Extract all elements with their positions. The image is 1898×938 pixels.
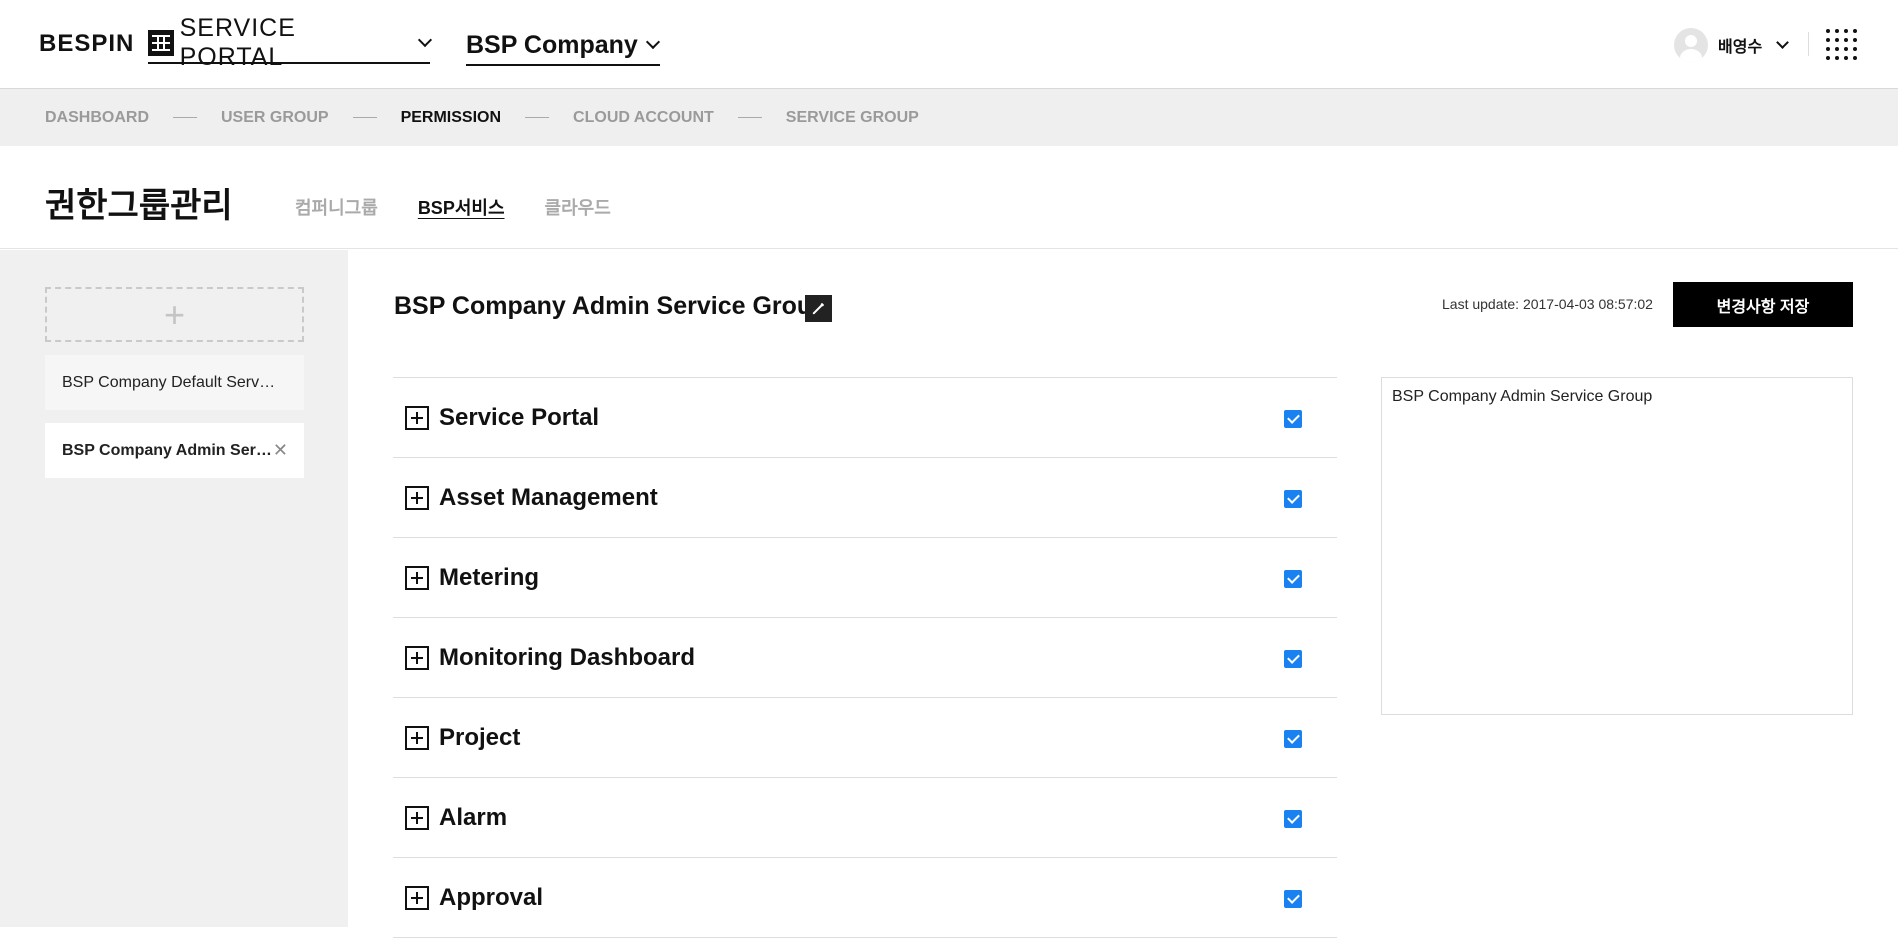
header-divider	[1808, 32, 1809, 56]
tab-bsp-service[interactable]: BSP서비스	[418, 194, 505, 220]
step-service-group[interactable]: SERVICE GROUP	[786, 109, 919, 127]
company-selector[interactable]: BSP Company	[466, 26, 660, 66]
permission-label: Asset Management	[439, 483, 658, 511]
sub-tabs: 컴퍼니그룹 BSP서비스 클라우드	[295, 194, 611, 220]
pencil-icon	[812, 303, 824, 315]
description-textarea[interactable]: BSP Company Admin Service Group	[1381, 377, 1853, 715]
save-changes-button[interactable]: 변경사항 저장	[1673, 282, 1853, 327]
step-user-group[interactable]: USER GROUP	[221, 109, 329, 127]
permission-row: Service Portal	[393, 378, 1337, 458]
expand-plus-icon[interactable]	[405, 565, 429, 590]
permission-label: Project	[439, 723, 521, 751]
portal-selector-label: SERVICE PORTAL	[179, 14, 296, 71]
permission-checkbox[interactable]	[1284, 570, 1302, 588]
group-list-item-label: BSP Company Admin Service Group	[62, 441, 276, 459]
expand-plus-icon[interactable]	[405, 405, 429, 430]
permission-row: Metering	[393, 538, 1337, 618]
permission-checkbox[interactable]	[1284, 410, 1302, 428]
permission-checkbox[interactable]	[1284, 490, 1302, 508]
group-title: BSP Company Admin Service Group	[394, 292, 828, 320]
page-title: 권한그룹관리	[45, 187, 233, 225]
tab-company-group[interactable]: 컴퍼니그룹	[295, 194, 378, 220]
step-permission[interactable]: PERMISSION	[401, 109, 501, 127]
permission-checkbox[interactable]	[1284, 730, 1302, 748]
title-bar: 권한그룹관리 컴퍼니그룹 BSP서비스 클라우드	[0, 146, 1898, 249]
chevron-down-icon	[645, 34, 660, 50]
avatar	[1674, 28, 1708, 62]
chevron-down-icon	[1776, 35, 1790, 49]
expand-plus-icon[interactable]	[405, 725, 429, 750]
step-divider	[173, 117, 197, 118]
tab-cloud[interactable]: 클라우드	[545, 194, 611, 220]
group-sidebar: + BSP Company Default Service Group BSP …	[0, 250, 348, 927]
user-menu[interactable]: 배영수	[1674, 28, 1790, 62]
permission-row: Approval	[393, 858, 1337, 938]
permission-checkbox[interactable]	[1284, 810, 1302, 828]
permission-label: Metering	[439, 563, 540, 591]
expand-plus-icon[interactable]	[405, 485, 429, 510]
permission-label: Approval	[439, 883, 544, 911]
group-list-item-label: BSP Company Default Service Group	[62, 373, 276, 391]
add-group-button[interactable]: +	[45, 287, 304, 342]
expand-plus-icon[interactable]	[405, 805, 429, 830]
bespin-logo[interactable]: BESPIN	[39, 30, 134, 58]
step-divider	[525, 117, 550, 118]
service-portal-icon	[148, 30, 174, 56]
permission-checkbox[interactable]	[1284, 650, 1302, 668]
permission-label: Service Portal	[439, 403, 600, 431]
portal-selector[interactable]: SERVICE PORTAL	[148, 14, 433, 71]
step-divider	[352, 117, 377, 118]
close-icon[interactable]: ✕	[273, 440, 288, 461]
edit-title-button[interactable]	[805, 295, 832, 322]
permission-list: Service Portal Asset Management Metering…	[393, 377, 1337, 938]
permission-label: Alarm	[439, 803, 508, 831]
step-dashboard[interactable]: DASHBOARD	[45, 109, 149, 127]
group-list-item[interactable]: BSP Company Default Service Group	[45, 355, 304, 410]
app-grid-icon[interactable]	[1826, 29, 1858, 61]
last-update-text: Last update: 2017-04-03 08:57:02	[1442, 296, 1653, 312]
chevron-down-icon	[418, 32, 433, 48]
setup-steps: DASHBOARD USER GROUP PERMISSION CLOUD AC…	[0, 89, 1898, 146]
permission-row: Alarm	[393, 778, 1337, 858]
company-selector-label: BSP Company	[466, 30, 638, 59]
step-divider	[737, 117, 762, 118]
expand-plus-icon[interactable]	[405, 645, 429, 670]
permission-row: Asset Management	[393, 458, 1337, 538]
user-name: 배영수	[1718, 39, 1763, 56]
top-header: BESPIN SERVICE PORTAL BSP Company 배영수	[0, 0, 1898, 89]
permission-checkbox[interactable]	[1284, 890, 1302, 908]
permission-row: Monitoring Dashboard	[393, 618, 1337, 698]
permission-row: Project	[393, 698, 1337, 778]
step-cloud-account[interactable]: CLOUD ACCOUNT	[573, 109, 714, 127]
group-list-item-selected[interactable]: BSP Company Admin Service Group ✕	[45, 423, 304, 478]
permission-label: Monitoring Dashboard	[439, 643, 695, 671]
expand-plus-icon[interactable]	[405, 885, 429, 910]
